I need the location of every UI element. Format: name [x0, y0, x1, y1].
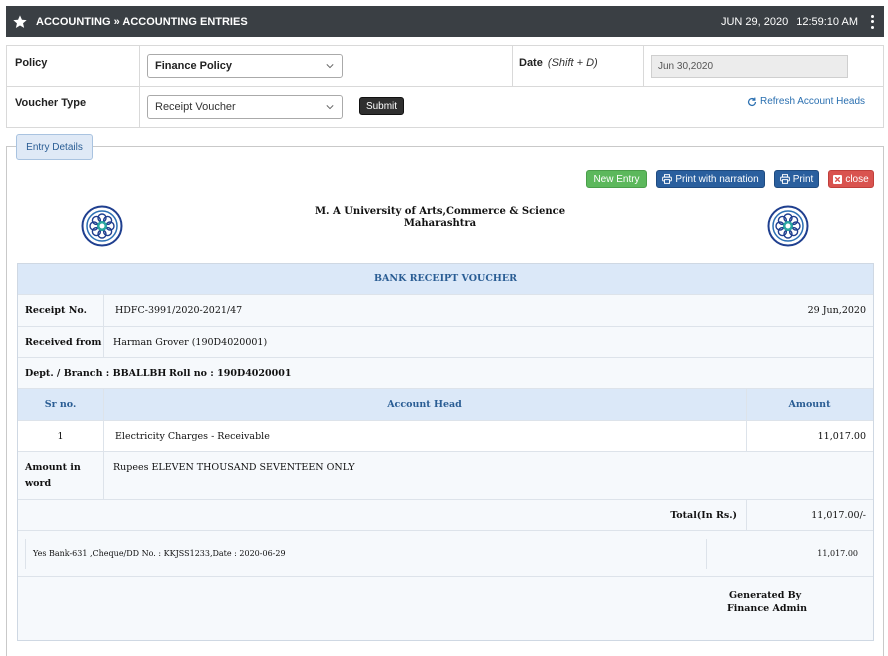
bank-amount: 11,017.00: [817, 549, 858, 558]
roll-no: Roll no : 190D4020001: [169, 368, 292, 379]
new-entry-button[interactable]: New Entry: [586, 170, 647, 188]
voucher-title-row: BANK RECEIPT VOUCHER: [18, 264, 873, 295]
voucher-type-select-value: Receipt Voucher: [155, 101, 236, 113]
total-row: Total(In Rs.) 11,017.00/-: [18, 500, 873, 531]
form-row-voucher-type: Voucher Type Receipt Voucher Submit Refr…: [7, 87, 883, 127]
refresh-account-heads-link[interactable]: Refresh Account Heads: [747, 96, 865, 107]
star-icon[interactable]: [12, 14, 28, 30]
voucher-type-label: Voucher Type: [15, 97, 87, 109]
item-amount: 11,017.00: [817, 431, 866, 442]
university-line-1: M. A University of Arts,Commerce & Scien…: [314, 206, 566, 217]
dept-branch: Dept. / Branch : BBALLBH: [25, 368, 167, 379]
refresh-label: Refresh Account Heads: [760, 96, 866, 107]
university-name: M. A University of Arts,Commerce & Scien…: [270, 206, 610, 230]
total-value: 11,017.00/-: [811, 510, 866, 521]
policy-label: Policy: [15, 57, 48, 69]
amount-in-words-row: Amount in word Rupees ELEVEN THOUSAND SE…: [18, 452, 873, 500]
receipt-no-row: Receipt No. HDFC-3991/2020-2021/47 29 Ju…: [18, 295, 873, 327]
print-with-narration-label: Print with narration: [675, 173, 759, 185]
voucher-form: Policy Finance Policy Date (Shift + D) J…: [6, 45, 884, 128]
chevron-down-icon: [326, 64, 334, 69]
policy-select-value: Finance Policy: [155, 60, 233, 72]
amount-words-label-2: word: [25, 478, 52, 489]
col-account-head: Account Head: [387, 399, 462, 410]
date-shortcut-hint: (Shift + D): [547, 57, 598, 69]
print-button[interactable]: Print: [774, 170, 819, 188]
voucher-type-select[interactable]: Receipt Voucher: [147, 95, 343, 119]
dept-roll-row: Dept. / Branch : BBALLBH Roll no : 190D4…: [18, 358, 873, 389]
generated-by-label: Generated By: [729, 590, 802, 601]
generated-by-value: Finance Admin: [727, 603, 808, 614]
receipt-no-label: Receipt No.: [25, 305, 87, 316]
amount-words-value: Rupees ELEVEN THOUSAND SEVENTEEN ONLY: [113, 462, 355, 473]
items-header-row: Sr no. Account Head Amount: [18, 389, 873, 421]
university-line-2: Maharashtra: [403, 218, 477, 229]
date-input[interactable]: Jun 30,2020: [651, 55, 848, 78]
page-title: ACCOUNTING » ACCOUNTING ENTRIES: [36, 15, 248, 28]
col-sr-no: Sr no.: [44, 399, 77, 410]
voucher-table: BANK RECEIPT VOUCHER Receipt No. HDFC-39…: [17, 263, 874, 641]
close-label: close: [845, 173, 869, 185]
print-icon: [779, 174, 790, 184]
close-button[interactable]: close: [828, 170, 874, 188]
refresh-icon: [747, 97, 757, 106]
table-row: 1 Electricity Charges - Receivable 11,01…: [18, 421, 873, 452]
kebab-menu-icon[interactable]: [866, 14, 878, 30]
form-row-policy: Policy Finance Policy Date (Shift + D) J…: [7, 46, 883, 87]
item-account-head: Electricity Charges - Receivable: [115, 431, 270, 442]
generated-by-row: Generated By Finance Admin: [18, 577, 873, 640]
bank-detail: Yes Bank-631 ,Cheque/DD No. : KKJSS1233,…: [33, 549, 286, 558]
header-time: 12:59:10 AM: [796, 15, 858, 28]
bank-detail-row: Yes Bank-631 ,Cheque/DD No. : KKJSS1233,…: [18, 531, 873, 577]
received-from-label: Received from: [25, 337, 102, 348]
received-from-row: Received from Harman Grover (190D4020001…: [18, 327, 873, 358]
total-label: Total(In Rs.): [670, 510, 737, 521]
policy-select[interactable]: Finance Policy: [147, 54, 343, 78]
date-label-group: Date (Shift + D): [519, 57, 598, 69]
received-from-value: Harman Grover (190D4020001): [113, 337, 268, 348]
receipt-no-value: HDFC-3991/2020-2021/47: [115, 305, 243, 316]
tab-entry-details[interactable]: Entry Details: [16, 134, 93, 160]
voucher-title: BANK RECEIPT VOUCHER: [374, 273, 517, 284]
print-icon: [662, 174, 673, 184]
amount-words-label-1: Amount in: [25, 462, 81, 473]
university-emblem-icon: [81, 205, 123, 247]
header-date: JUN 29, 2020: [720, 15, 789, 28]
university-emblem-icon: [767, 205, 809, 247]
date-input-value: Jun 30,2020: [658, 61, 714, 72]
print-with-narration-button[interactable]: Print with narration: [656, 170, 765, 188]
print-label: Print: [792, 173, 814, 185]
item-sr: 1: [57, 431, 64, 442]
col-amount: Amount: [788, 399, 831, 410]
top-header-bar: ACCOUNTING » ACCOUNTING ENTRIES JUN 29, …: [6, 6, 884, 37]
chevron-down-icon: [326, 105, 334, 110]
submit-button[interactable]: Submit: [359, 97, 404, 115]
date-label: Date: [519, 57, 543, 69]
receipt-date: 29 Jun,2020: [807, 305, 866, 316]
close-icon: [833, 174, 843, 184]
